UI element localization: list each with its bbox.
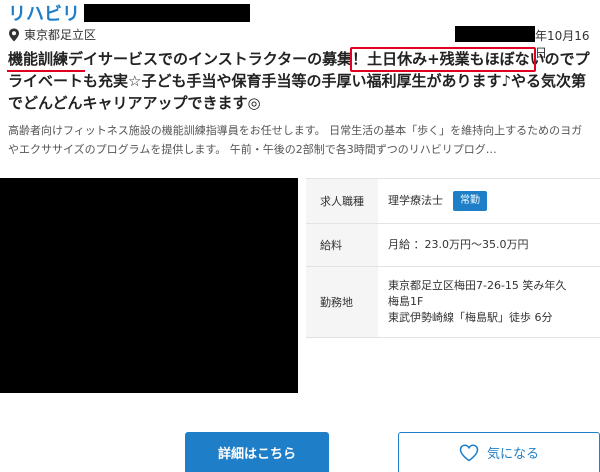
detail-button[interactable]: 詳細はこちら	[185, 432, 329, 472]
workplace-label: 勤務地	[306, 267, 378, 337]
heart-icon	[459, 443, 479, 461]
occupation-value: 理学療法士	[388, 194, 443, 207]
salary-label: 給料	[306, 224, 378, 266]
row-salary: 給料 月給 ：23.0万円〜35.0万円	[306, 224, 600, 267]
workplace-access: 東武伊勢崎線「梅島駅」徒歩 6分	[388, 311, 553, 324]
brand-logo[interactable]: リハビリ	[8, 0, 80, 26]
favorite-button[interactable]: 気になる	[398, 432, 600, 472]
location-text: 東京都足立区	[24, 28, 97, 42]
employment-badge: 常勤	[453, 191, 487, 211]
location: 東京都足立区	[8, 26, 96, 43]
title-underline	[7, 70, 85, 72]
workplace-building: 梅島1F	[388, 295, 424, 308]
row-workplace: 勤務地 東京都足立区梅田7-26-15 笑み年久 梅島1F 東武伊勢崎線「梅島駅…	[306, 267, 600, 338]
location-pin-icon	[9, 28, 19, 41]
favorite-label: 気になる	[486, 447, 539, 462]
redacted-brand	[84, 4, 250, 22]
redacted-date	[455, 26, 535, 42]
workplace-address: 東京都足立区梅田7-26-15 笑み年久	[388, 279, 567, 292]
job-details-table: 求人職種 理学療法士 常勤 給料 月給 ：23.0万円〜35.0万円 勤務地 東…	[306, 178, 600, 338]
row-occupation: 求人職種 理学療法士 常勤	[306, 179, 600, 224]
occupation-label: 求人職種	[306, 179, 378, 223]
salary-value: 月給 ：23.0万円〜35.0万円	[388, 238, 529, 251]
highlight-box	[350, 47, 536, 72]
job-description: 高齢者向けフィットネス施設の機能訓練指導員をお任せします。 日常生活の基本「歩く…	[8, 124, 583, 156]
job-image-redacted	[0, 178, 298, 393]
